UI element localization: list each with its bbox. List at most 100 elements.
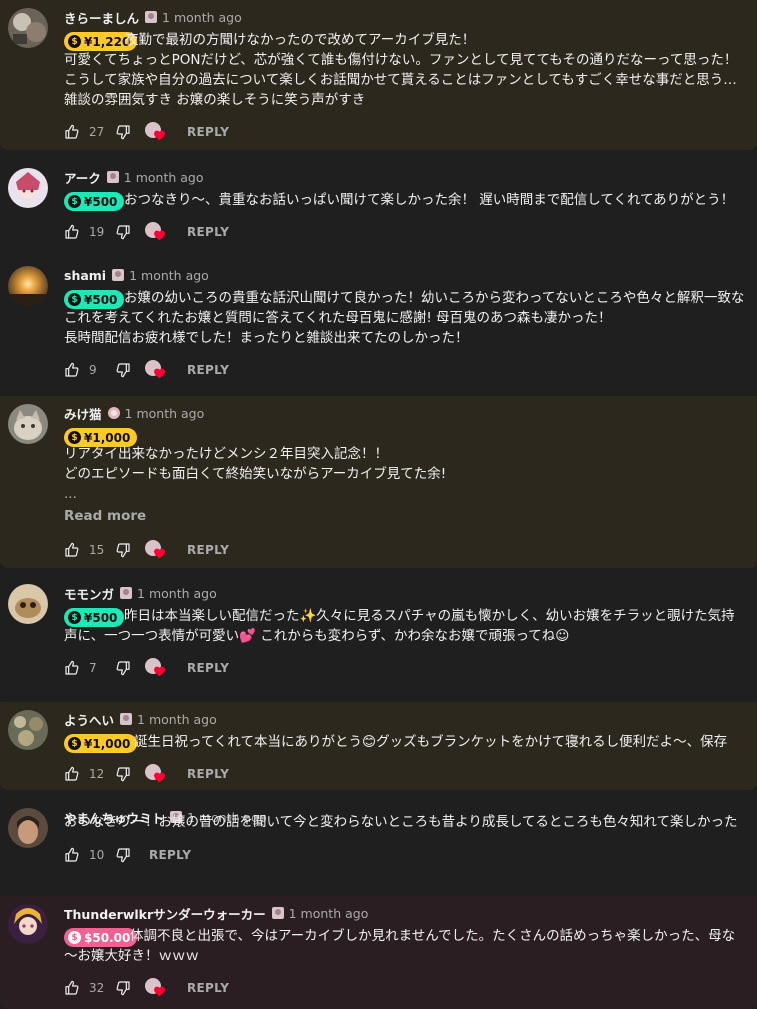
dislike-icon[interactable] (115, 124, 131, 140)
author-name[interactable]: みけ猫 (64, 404, 102, 423)
comment-text-body: おつなきりー！お嬢の昔の話を聞いて今と変わらないところも昔より成長してるところも… (64, 812, 757, 832)
reply-button[interactable]: REPLY (187, 543, 229, 557)
reply-button[interactable]: REPLY (187, 125, 229, 139)
avatar[interactable] (8, 710, 48, 750)
author-name[interactable]: ようへい (64, 710, 114, 729)
comment-timestamp[interactable]: 1 month ago (137, 586, 217, 601)
comment-header: Thunderwlkrサンダーウォーカー 1 month ago (64, 904, 368, 922)
comments-list: きらーましん 1 month ago $ ¥1,220 夜勤で最初の方聞けなかっ… (0, 0, 757, 1009)
comment-timestamp[interactable]: 1 month ago (124, 170, 204, 185)
comment-line: ... (64, 486, 77, 502)
comment-line: おつなきりー！お嬢の昔の話を聞いて今と変わらないところも昔より成長してるところも… (64, 814, 738, 830)
member-badge-icon (107, 406, 121, 420)
like-count: 15 (89, 543, 105, 557)
author-name[interactable]: shami (64, 268, 106, 283)
member-badge-icon (106, 170, 120, 184)
comment-line: リアタイ出来なかったけどメンシ２年目突入記念！！ (64, 446, 388, 462)
dislike-icon[interactable] (115, 660, 131, 676)
comment-text: 体調不良と出張で、今はアーカイブしか見れませんでした。たくさんの話めっちゃ楽しか… (64, 926, 757, 946)
creator-heart (145, 222, 169, 242)
comment-thread: アーク 1 month ago $ ¥500 おつなきり〜、貴重なお話いっぱい聞… (0, 160, 757, 258)
comment-timestamp[interactable]: 1 month ago (137, 712, 217, 727)
comment-header: ようへい 1 month ago (64, 710, 217, 728)
comment-line: お嬢の幼いころの貴重な話沢山聞けて良かった！幼いころから変わってないところや色々… (124, 290, 745, 306)
comment-text: 誕生日祝ってくれて本当にありがとう😊グッズもブランケットをかけて寝れるし便利だよ… (64, 732, 757, 752)
comment-header: きらーましん 1 month ago (64, 8, 242, 26)
author-name[interactable]: Thunderwlkrサンダーウォーカー (64, 904, 266, 923)
comment-header: みけ猫 1 month ago (64, 404, 204, 422)
comment-actions: 9 REPLY (64, 360, 229, 379)
like-icon[interactable] (64, 542, 80, 558)
dislike-icon[interactable] (115, 542, 131, 558)
member-badge-icon (144, 10, 158, 24)
reply-button[interactable]: REPLY (187, 981, 229, 995)
comment-thread: やまんちゅウミト 1 month ago おつなきりー！お嬢の昔の話を聞いて今と… (0, 800, 757, 896)
like-count: 32 (89, 981, 105, 995)
comment-line: 可愛くてちょっとPONだけど、芯が強くて誰も傷付けない。ファンとして見ててもその… (64, 52, 738, 68)
like-icon[interactable] (64, 224, 80, 240)
comment-actions: 27 REPLY (64, 122, 229, 141)
comment-text-body: 〜お嬢大好き！ｗｗｗ (64, 946, 757, 966)
comment-line: 雑談の雰囲気すき お嬢の楽しそうに笑う声がすき (64, 92, 366, 108)
avatar[interactable] (8, 266, 48, 306)
author-name[interactable]: モモンガ (64, 584, 114, 603)
creator-heart (145, 658, 169, 678)
comment-line: どのエピソードも面白くて終始笑いながらアーカイブ見てた余! (64, 466, 447, 482)
comment-timestamp[interactable]: 1 month ago (162, 10, 242, 25)
reply-button[interactable]: REPLY (187, 363, 229, 377)
comment-actions: 15 REPLY (64, 540, 229, 560)
author-name[interactable]: きらーましん (64, 8, 139, 27)
dislike-icon[interactable] (115, 362, 131, 378)
like-icon[interactable] (64, 124, 80, 140)
comment-thread: shami 1 month ago $ ¥500 お嬢の幼いころの貴重な話沢山聞… (0, 258, 757, 396)
comment-timestamp[interactable]: 1 month ago (289, 906, 369, 921)
like-count: 7 (89, 661, 97, 675)
reply-button[interactable]: REPLY (187, 767, 229, 781)
like-count: 10 (89, 848, 105, 862)
comment-actions: 19 REPLY (64, 222, 229, 242)
member-badge-icon (119, 586, 133, 600)
read-more-link[interactable]: Read more (64, 508, 146, 524)
comment-text-body: 可愛くてちょっとPONだけど、芯が強くて誰も傷付けない。ファンとして見ててもその… (64, 50, 757, 110)
like-count: 19 (89, 225, 105, 239)
dislike-icon[interactable] (115, 224, 131, 240)
super-thanks-amount: ¥1,000 (84, 430, 131, 445)
like-count: 12 (89, 767, 105, 781)
avatar[interactable] (8, 584, 48, 624)
comment-timestamp[interactable]: 1 month ago (125, 406, 205, 421)
heart-icon (154, 368, 165, 379)
dislike-icon[interactable] (115, 980, 131, 996)
avatar[interactable] (8, 404, 48, 444)
dislike-icon[interactable] (115, 847, 131, 863)
member-badge-icon (111, 268, 125, 282)
like-icon[interactable] (64, 980, 80, 996)
comment-actions: 12 REPLY (64, 764, 229, 783)
avatar[interactable] (8, 8, 48, 48)
comment-timestamp[interactable]: 1 month ago (129, 268, 209, 283)
comment-text-body: 声に、一つ一つ表情が可愛い💕 これからも変わらず、かわ余なお嬢で頑張ってね☺ (64, 626, 757, 646)
comment-actions: 7 REPLY (64, 658, 229, 678)
reply-button[interactable]: REPLY (187, 225, 229, 239)
comment-line: 誕生日祝ってくれて本当にありがとう😊グッズもブランケットをかけて寝れるし便利だよ… (134, 734, 728, 750)
like-icon[interactable] (64, 847, 80, 863)
heart-icon (154, 548, 165, 559)
avatar[interactable] (8, 904, 48, 944)
super-thanks-icon: $ (68, 431, 81, 444)
dislike-icon[interactable] (115, 766, 131, 782)
author-name[interactable]: アーク (64, 168, 101, 187)
creator-heart (145, 978, 169, 998)
comment-line: これを考えてくれたお嬢と質問に答えてくれた母百鬼に感謝! 母百鬼のあつ森も凄かっ… (64, 310, 612, 326)
comment-line: おつなきり〜、貴重なお話いっぱい聞けて楽しかった余！ 遅い時間まで配信してくれて… (124, 192, 735, 208)
avatar[interactable] (8, 808, 48, 848)
reply-button[interactable]: REPLY (187, 661, 229, 675)
reply-button[interactable]: REPLY (149, 848, 191, 862)
like-icon[interactable] (64, 660, 80, 676)
like-icon[interactable] (64, 766, 80, 782)
comment-text: お嬢の幼いころの貴重な話沢山聞けて良かった！幼いころから変わってないところや色々… (64, 288, 757, 308)
comment-line: こうして家族や自分の過去について楽しくお話聞かせて貰えることはファンとしてもすご… (64, 72, 737, 88)
comment-thread: ようへい 1 month ago $ ¥1,000 誕生日祝ってくれて本当にあり… (0, 702, 757, 790)
creator-heart (145, 540, 169, 560)
comment-line: 夜勤で最初の方聞けなかったので改めてアーカイブ見た！ (125, 32, 476, 48)
avatar[interactable] (8, 168, 48, 208)
like-icon[interactable] (64, 362, 80, 378)
